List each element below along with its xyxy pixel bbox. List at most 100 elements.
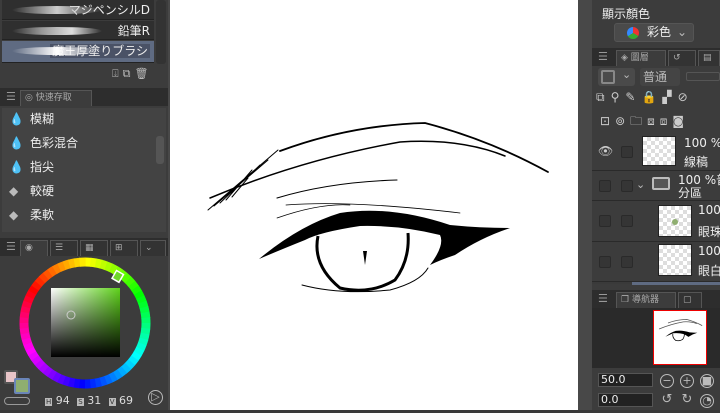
lock-checkbox[interactable] xyxy=(621,256,633,268)
hue-segment[interactable] xyxy=(69,382,75,383)
hue-segment[interactable] xyxy=(64,380,70,382)
hue-segment[interactable] xyxy=(101,264,107,266)
hue-segment[interactable] xyxy=(24,312,25,318)
reset-rotation-icon[interactable]: ◔ xyxy=(700,394,714,408)
hue-segment[interactable] xyxy=(59,265,65,267)
lock-icon[interactable]: 🔒 xyxy=(641,90,662,104)
zoom-in-icon[interactable]: + xyxy=(680,374,694,388)
main-color-swatch[interactable] xyxy=(14,378,30,394)
tab-color-slider[interactable]: ☰ xyxy=(50,240,78,256)
hue-segment[interactable] xyxy=(27,343,29,349)
mask-icon[interactable]: ⊘ xyxy=(678,90,694,104)
hue-segment[interactable] xyxy=(135,288,138,293)
hue-segment[interactable] xyxy=(145,312,146,318)
hue-segment[interactable] xyxy=(46,273,51,277)
hue-segment[interactable] xyxy=(131,358,135,363)
visibility-checkbox[interactable] xyxy=(599,256,611,268)
tab-navigator[interactable]: ❐ 導航器 xyxy=(616,292,676,308)
lock-checkbox[interactable] xyxy=(621,215,633,227)
hue-segment[interactable] xyxy=(144,334,145,340)
hue-segment[interactable] xyxy=(29,348,32,353)
hue-segment[interactable] xyxy=(59,378,64,380)
hue-segment[interactable] xyxy=(49,373,54,376)
menu-icon[interactable]: ☰ xyxy=(598,292,608,305)
menu-icon[interactable]: ☰ xyxy=(6,90,16,103)
lock-transparency-icon[interactable]: ▞ xyxy=(662,90,677,104)
hue-segment[interactable] xyxy=(38,362,42,366)
hue-segment[interactable] xyxy=(41,366,45,370)
brush-item[interactable]: マジペンシルD xyxy=(2,0,154,20)
layer-row[interactable]: 100 眼白 xyxy=(592,242,720,282)
new-vector-layer-icon[interactable]: ⊚ xyxy=(615,114,630,128)
new-folder-icon[interactable]: 🗀 xyxy=(630,114,647,128)
hue-segment[interactable] xyxy=(32,353,35,358)
list-item[interactable]: 💧指尖 xyxy=(6,156,156,179)
folder-row[interactable]: ⌄ 100 %普 分區 xyxy=(592,171,720,201)
hue-segment[interactable] xyxy=(124,366,128,370)
blend-mode-select[interactable]: 普通 ⌄ xyxy=(640,68,680,86)
canvas[interactable] xyxy=(170,0,578,410)
draft-icon[interactable]: ✎ xyxy=(625,90,641,104)
mask-create-icon[interactable]: ◙ xyxy=(672,114,689,128)
tab-history[interactable]: ↺ xyxy=(668,50,696,66)
menu-icon[interactable]: ☰ xyxy=(6,240,16,253)
tab-intermediate-color[interactable]: ⊞ xyxy=(110,240,138,256)
chevron-down-icon[interactable]: ⌄ xyxy=(636,178,645,191)
hue-segment[interactable] xyxy=(128,280,132,284)
layer-row[interactable]: 100 眼珠 xyxy=(592,201,720,242)
hue-segment[interactable] xyxy=(55,267,60,270)
hue-segment[interactable] xyxy=(105,378,111,380)
visibility-checkbox[interactable] xyxy=(599,180,611,192)
list-item[interactable]: ◆柔軟 xyxy=(6,204,156,227)
hue-segment[interactable] xyxy=(142,302,144,308)
hue-segment[interactable] xyxy=(96,263,102,264)
layer-color-select[interactable]: ⌄ xyxy=(598,68,635,86)
merge-icon[interactable]: ⧈ xyxy=(660,114,673,128)
list-item[interactable]: 💧模糊 xyxy=(6,108,156,131)
hue-segment[interactable] xyxy=(69,263,75,264)
brush-scrollbar[interactable] xyxy=(156,0,166,64)
hue-segment[interactable] xyxy=(35,283,39,288)
trash-icon[interactable]: 🗑 xyxy=(134,67,152,80)
hue-segment[interactable] xyxy=(95,382,101,383)
hue-segment[interactable] xyxy=(64,264,70,266)
tab-layers[interactable]: ◈ 圖層 xyxy=(616,50,666,66)
menu-icon[interactable]: ☰ xyxy=(598,50,608,63)
reference-icon[interactable]: ⚲ xyxy=(611,90,626,104)
hue-segment[interactable] xyxy=(90,262,96,263)
hue-segment[interactable] xyxy=(119,370,124,374)
hue-segment[interactable] xyxy=(50,270,55,273)
navigator-preview[interactable] xyxy=(653,310,707,365)
duplicate-icon[interactable]: ⧉ xyxy=(123,67,135,80)
hue-segment[interactable] xyxy=(110,376,115,379)
hue-segment[interactable] xyxy=(25,333,26,339)
hue-segment[interactable] xyxy=(100,380,106,382)
transparent-color-swatch[interactable] xyxy=(4,397,30,405)
hue-segment[interactable] xyxy=(30,292,33,297)
lock-checkbox[interactable] xyxy=(621,180,633,192)
hue-segment[interactable] xyxy=(144,307,145,313)
tab-color-wheel[interactable]: ◉ xyxy=(20,240,48,256)
hue-segment[interactable] xyxy=(138,293,141,298)
hue-segment[interactable] xyxy=(28,297,30,302)
hue-segment[interactable] xyxy=(124,276,128,280)
visibility-checkbox[interactable] xyxy=(599,215,611,227)
list-item[interactable]: 💧色彩混合 xyxy=(6,132,156,155)
hue-segment[interactable] xyxy=(142,339,144,345)
eye-icon[interactable]: 👁 xyxy=(598,144,613,158)
rotate-right-icon[interactable]: ↻ xyxy=(680,394,694,408)
play-icon[interactable]: ▷ xyxy=(148,390,163,405)
layer-row[interactable]: 👁 100 %色 線稿 xyxy=(592,134,720,171)
rotate-left-icon[interactable]: ↺ xyxy=(660,394,674,408)
quick-access-scrollbar[interactable] xyxy=(156,136,164,164)
hue-segment[interactable] xyxy=(128,362,132,366)
hue-segment[interactable] xyxy=(38,279,42,283)
hue-segment[interactable] xyxy=(140,344,142,349)
hue-segment[interactable] xyxy=(32,287,35,292)
hue-segment[interactable] xyxy=(106,266,111,268)
tab-more[interactable]: ⌄ xyxy=(140,240,166,256)
hue-segment[interactable] xyxy=(115,373,120,376)
hue-segment[interactable] xyxy=(45,369,50,373)
hue-segment[interactable] xyxy=(26,302,28,308)
new-raster-layer-icon[interactable]: ⊡ xyxy=(600,114,615,128)
